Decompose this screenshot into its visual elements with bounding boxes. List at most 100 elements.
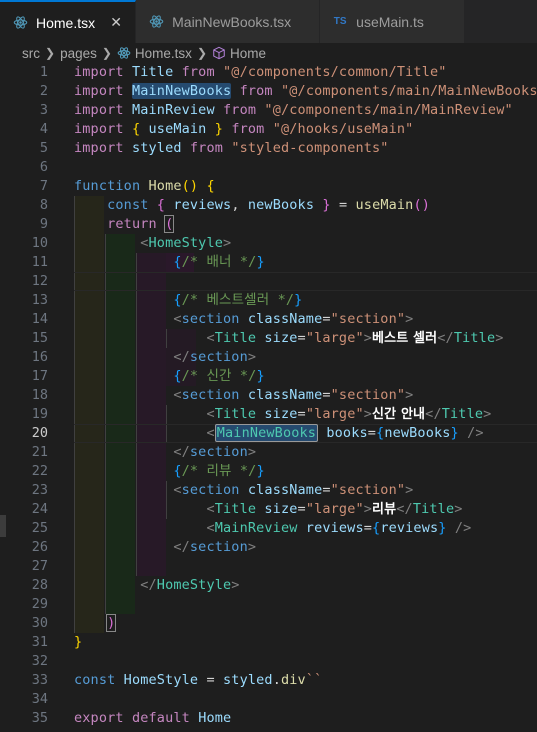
line-number: 30: [31, 615, 48, 631]
code-line[interactable]: 17 {/* 신간 */}: [0, 367, 537, 386]
code-text: const { reviews, newBooks } = useMain(): [107, 197, 431, 213]
selection-highlight: MainNewBooks: [214, 424, 319, 442]
selection-highlight: MainNewBooks: [131, 83, 232, 99]
code-line[interactable]: 19 <Title size="large">신간 안내</Title>: [0, 405, 537, 424]
chevron-right-icon: ❯: [101, 46, 112, 60]
code-line[interactable]: 23 <section className="section">: [0, 481, 537, 500]
tab-label: Home.tsx: [36, 14, 96, 31]
line-number: 33: [31, 672, 48, 688]
line-number: 21: [31, 444, 48, 460]
line-number: 3: [39, 102, 48, 118]
code-line[interactable]: 6: [0, 158, 537, 177]
breadcrumb-item-symbol[interactable]: Home: [230, 46, 266, 61]
code-text: import MainNewBooks from "@/components/m…: [74, 83, 537, 99]
tab-usemain-ts[interactable]: TS useMain.ts: [320, 0, 465, 43]
line-number: 6: [39, 159, 48, 175]
line-number: 12: [31, 273, 48, 289]
code-line[interactable]: 30 ): [0, 614, 537, 633]
react-icon: [12, 15, 28, 31]
code-text: <section className="section">: [173, 387, 414, 403]
code-line[interactable]: 27: [0, 557, 537, 576]
code-line[interactable]: 1 import Title from "@/components/common…: [0, 63, 537, 82]
tab-mainnewbooks-tsx[interactable]: MainNewBooks.tsx: [136, 0, 321, 43]
code-line[interactable]: 21 </section>: [0, 443, 537, 462]
code-line[interactable]: 11 {/* 배너 */}: [0, 253, 537, 272]
code-text: </section>: [173, 349, 257, 365]
code-line[interactable]: 24 <Title size="large">리뷰</Title>: [0, 500, 537, 519]
line-number: 13: [31, 292, 48, 308]
code-text: function Home() {: [74, 178, 215, 194]
code-line[interactable]: 13 {/* 베스트셀러 */}: [0, 291, 537, 310]
code-text: <Title size="large">신간 안내</Title>: [206, 406, 492, 422]
code-text: export default Home: [74, 710, 232, 726]
line-number: 15: [31, 330, 48, 346]
line-number: 11: [31, 254, 48, 270]
line-number: 8: [39, 197, 48, 213]
line-number: 19: [31, 406, 48, 422]
code-line[interactable]: 3 import MainReview from "@/components/m…: [0, 101, 537, 120]
code-text: <HomeStyle>: [140, 235, 232, 251]
code-text: {/* 배너 */}: [173, 254, 265, 270]
code-line[interactable]: 33 const HomeStyle = styled.div``: [0, 671, 537, 690]
code-text: import { useMain } from "@/hooks/useMain…: [74, 121, 414, 137]
code-text: ): [106, 614, 117, 632]
line-number: 2: [39, 83, 48, 99]
code-line[interactable]: 25 <MainReview reviews={reviews} />: [0, 519, 537, 538]
code-line[interactable]: 15 <Title size="large">베스트 셀러</Title>: [0, 329, 537, 348]
line-number: 18: [31, 387, 48, 403]
code-line[interactable]: 9 return (: [0, 215, 537, 234]
code-text: {/* 신간 */}: [173, 368, 265, 384]
code-line[interactable]: 29: [0, 595, 537, 614]
code-line[interactable]: 28 </HomeStyle>: [0, 576, 537, 595]
code-text: {/* 리뷰 */}: [173, 463, 265, 479]
code-line[interactable]: 14 <section className="section">: [0, 310, 537, 329]
line-number: 7: [39, 178, 48, 194]
code-text: <Title size="large">리뷰</Title>: [206, 501, 463, 517]
code-line[interactable]: 18 <section className="section">: [0, 386, 537, 405]
code-text: </HomeStyle>: [140, 577, 240, 593]
tab-label: MainNewBooks.tsx: [172, 13, 292, 30]
breadcrumb-item-src[interactable]: src: [22, 46, 40, 61]
chevron-right-icon: ❯: [45, 46, 56, 60]
code-text: import styled from "styled-components": [74, 140, 389, 156]
code-line[interactable]: 10 <HomeStyle>: [0, 234, 537, 253]
code-line[interactable]: 7 function Home() {: [0, 177, 537, 196]
code-text: <Title size="large">베스트 셀러</Title>: [206, 330, 504, 346]
code-line[interactable]: 16 </section>: [0, 348, 537, 367]
close-icon[interactable]: ✕: [107, 14, 125, 31]
code-text: }: [74, 634, 83, 650]
code-text: import MainReview from "@/components/mai…: [74, 102, 513, 118]
code-line[interactable]: 31 }: [0, 633, 537, 652]
breadcrumb-item-file[interactable]: Home.tsx: [135, 46, 192, 61]
code-text: <section className="section">: [173, 311, 414, 327]
line-number: 31: [31, 634, 48, 650]
line-number: 34: [31, 691, 48, 707]
code-line[interactable]: 4 import { useMain } from "@/hooks/useMa…: [0, 120, 537, 139]
code-line[interactable]: 5 import styled from "styled-components": [0, 139, 537, 158]
line-number: 23: [31, 482, 48, 498]
line-number: 10: [31, 235, 48, 251]
line-number: 29: [31, 596, 48, 612]
code-line[interactable]: 12: [0, 272, 537, 291]
tab-home-tsx[interactable]: Home.tsx ✕: [0, 0, 137, 43]
code-line[interactable]: 35 export default Home: [0, 709, 537, 728]
code-line[interactable]: 8 const { reviews, newBooks } = useMain(…: [0, 196, 537, 215]
line-number: 4: [39, 121, 48, 137]
react-icon: [117, 46, 131, 60]
code-line[interactable]: 34: [0, 690, 537, 709]
code-line[interactable]: 22 {/* 리뷰 */}: [0, 462, 537, 481]
code-line[interactable]: 26 </section>: [0, 538, 537, 557]
code-line-current[interactable]: 20 < MainNewBooks books={newBooks} />: [0, 424, 537, 443]
react-icon: [148, 14, 164, 30]
code-text: </section>: [173, 539, 257, 555]
code-line[interactable]: 32: [0, 652, 537, 671]
code-line[interactable]: 2 import MainNewBooks from "@/components…: [0, 82, 537, 101]
tab-label: useMain.ts: [356, 13, 424, 30]
code-text: import Title from "@/components/common/T…: [74, 64, 447, 80]
breadcrumb-item-pages[interactable]: pages: [60, 46, 97, 61]
ts-icon: TS: [333, 16, 347, 27]
line-number: 25: [31, 520, 48, 536]
code-text: </section>: [173, 444, 257, 460]
code-editor[interactable]: 1 import Title from "@/components/common…: [0, 63, 537, 732]
tab-bar: Home.tsx ✕ MainNewBooks.tsx TS useMain.t…: [0, 0, 537, 43]
